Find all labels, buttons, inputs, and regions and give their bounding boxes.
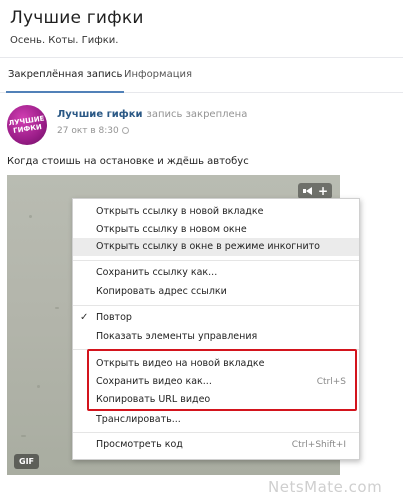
- post-header: ЛУЧШИЕ ГИФКИ Лучшие гифки запись закреплен…: [0, 96, 403, 154]
- group-description: Осень. Коты. Гифки.: [10, 35, 119, 46]
- menu-open-link-new-tab[interactable]: Открыть ссылку в новой вкладке: [73, 203, 359, 221]
- menu-loop[interactable]: ✓ Повтор: [73, 309, 359, 327]
- menu-cast[interactable]: Транслировать...: [73, 411, 359, 429]
- shortcut-label: Ctrl+S: [316, 377, 346, 387]
- menu-separator: [73, 349, 359, 350]
- menu-open-link-incognito[interactable]: Открыть ссылку в окне в режиме инкогнито: [73, 238, 359, 256]
- group-header: Лучшие гифки Осень. Коты. Гифки.: [0, 0, 403, 56]
- megaphone-icon[interactable]: [303, 187, 312, 195]
- post-text: Когда стоишь на остановке и ждёшь автобу…: [7, 156, 249, 167]
- avatar-logo-text: ЛУЧШИЕ ГИФКИ: [7, 114, 45, 135]
- menu-copy-link-address[interactable]: Копировать адрес ссылки: [73, 283, 359, 301]
- shortcut-label: Ctrl+Shift+I: [291, 440, 346, 450]
- plus-icon[interactable]: +: [318, 184, 328, 198]
- gif-texture: [55, 307, 59, 309]
- check-icon: ✓: [80, 312, 89, 323]
- menu-copy-video-url[interactable]: Копировать URL видео: [73, 391, 359, 409]
- menu-separator: [73, 260, 359, 261]
- menu-inspect[interactable]: Просмотреть код Ctrl+Shift+I: [73, 436, 359, 454]
- gif-texture: [37, 385, 40, 388]
- group-avatar[interactable]: ЛУЧШИЕ ГИФКИ: [7, 105, 47, 145]
- gif-badge: GIF: [14, 454, 40, 469]
- gif-tools: +: [298, 183, 332, 199]
- menu-save-link-as[interactable]: Сохранить ссылку как...: [73, 264, 359, 282]
- author-line: Лучшие гифки запись закреплена: [57, 109, 247, 120]
- tab-pinned-post[interactable]: Закреплённая запись: [6, 58, 125, 93]
- group-title: Лучшие гифки: [10, 8, 144, 28]
- menu-save-video-as[interactable]: Сохранить видео как... Ctrl+S: [73, 373, 359, 391]
- tab-info[interactable]: Информация: [124, 58, 192, 93]
- watermark: NetsMate.com: [268, 478, 383, 496]
- context-menu: Открыть ссылку в новой вкладке Открыть с…: [72, 198, 360, 460]
- menu-open-video-new-tab[interactable]: Открыть видео на новой вкладке: [73, 355, 359, 373]
- menu-open-link-new-window[interactable]: Открыть ссылку в новом окне: [73, 221, 359, 239]
- menu-separator: [73, 432, 359, 433]
- clock-icon: [121, 127, 129, 134]
- gif-texture: [21, 435, 26, 437]
- post-date[interactable]: 27 окт в 8:30: [57, 126, 129, 136]
- menu-separator: [73, 305, 359, 306]
- author-link[interactable]: Лучшие гифки: [57, 109, 143, 120]
- gif-texture: [29, 215, 32, 218]
- pin-note: запись закреплена: [146, 109, 248, 120]
- tab-bar: Закреплённая запись Информация: [0, 57, 403, 93]
- menu-show-controls[interactable]: Показать элементы управления: [73, 328, 359, 346]
